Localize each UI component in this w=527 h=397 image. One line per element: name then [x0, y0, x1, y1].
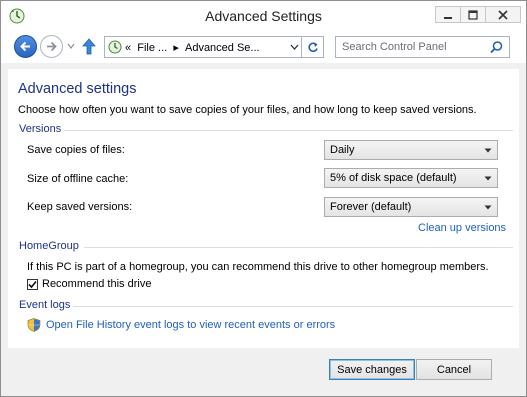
content-pane: Advanced settings Choose how often you w…	[8, 69, 519, 348]
event-logs-link[interactable]: Open File History event logs to view rec…	[46, 319, 335, 331]
minimize-button[interactable]	[435, 6, 461, 23]
back-button[interactable]	[14, 35, 37, 58]
homegroup-divider	[84, 247, 513, 248]
up-arrow-icon[interactable]	[81, 38, 97, 55]
chevron-down-icon	[484, 205, 492, 210]
keep-versions-label: Keep saved versions:	[27, 201, 133, 213]
event-logs-divider	[73, 306, 513, 307]
homegroup-description: If this PC is part of a homegroup, you c…	[27, 261, 489, 273]
cancel-button[interactable]: Cancel	[416, 359, 492, 380]
breadcrumb-item-file-history[interactable]: File ...	[137, 42, 167, 54]
save-changes-button[interactable]: Save changes	[329, 359, 415, 380]
breadcrumb-separator[interactable]: ▸	[173, 42, 179, 54]
search-input[interactable]: Search Control Panel	[342, 41, 447, 53]
maximize-icon	[468, 9, 478, 20]
save-copies-label: Save copies of files:	[27, 144, 125, 156]
search-box[interactable]: Search Control Panel	[335, 36, 510, 58]
refresh-icon	[307, 42, 318, 53]
page-title: Advanced settings	[18, 81, 137, 97]
versions-group-title: Versions	[19, 123, 62, 135]
keep-versions-dropdown[interactable]: Forever (default)	[324, 197, 498, 217]
title-bar: Advanced Settings	[1, 1, 526, 31]
offline-cache-label: Size of offline cache:	[27, 173, 129, 185]
chevron-down-icon	[484, 176, 492, 181]
event-logs-group-title: Event logs	[19, 299, 71, 311]
minimize-icon	[444, 16, 452, 19]
checkmark-icon	[28, 280, 37, 289]
refresh-button[interactable]	[302, 36, 324, 58]
breadcrumb-item-advanced-settings[interactable]: Advanced Se...	[185, 42, 260, 54]
dialog-footer: Save changes Cancel	[1, 351, 526, 396]
versions-divider	[64, 130, 513, 131]
navigation-bar: « File ... ▸ Advanced Se... Search Contr…	[1, 31, 526, 63]
offline-cache-dropdown[interactable]: 5% of disk space (default)	[324, 168, 498, 188]
close-icon	[498, 9, 508, 20]
chevron-down-icon	[484, 148, 492, 153]
control-panel-icon	[108, 40, 122, 54]
forward-button[interactable]	[40, 35, 63, 58]
search-icon[interactable]	[489, 40, 504, 55]
back-arrow-icon	[20, 41, 30, 52]
homegroup-group-title: HomeGroup	[19, 240, 79, 252]
maximize-button[interactable]	[460, 6, 486, 23]
recommend-drive-checkbox[interactable]	[27, 279, 38, 290]
save-copies-dropdown[interactable]: Daily	[324, 140, 498, 160]
page-description: Choose how often you want to save copies…	[18, 104, 477, 116]
offline-cache-value: 5% of disk space (default)	[330, 172, 457, 184]
address-dropdown-icon[interactable]	[290, 44, 299, 50]
keep-versions-value: Forever (default)	[330, 201, 412, 213]
save-copies-value: Daily	[330, 144, 355, 156]
recommend-drive-label[interactable]: Recommend this drive	[42, 278, 151, 290]
close-button[interactable]	[485, 6, 521, 23]
recent-locations-chevron-icon[interactable]	[67, 42, 75, 50]
address-bar[interactable]: « File ... ▸ Advanced Se...	[104, 36, 302, 58]
advanced-settings-window: Advanced Settings « File ... ▸ Advanced …	[0, 0, 527, 397]
breadcrumb: « File ... ▸ Advanced Se...	[125, 41, 260, 54]
forward-arrow-icon	[47, 41, 57, 52]
clean-up-versions-link[interactable]: Clean up versions	[418, 222, 506, 234]
shield-icon	[27, 318, 41, 332]
breadcrumb-overflow[interactable]: «	[125, 42, 131, 54]
